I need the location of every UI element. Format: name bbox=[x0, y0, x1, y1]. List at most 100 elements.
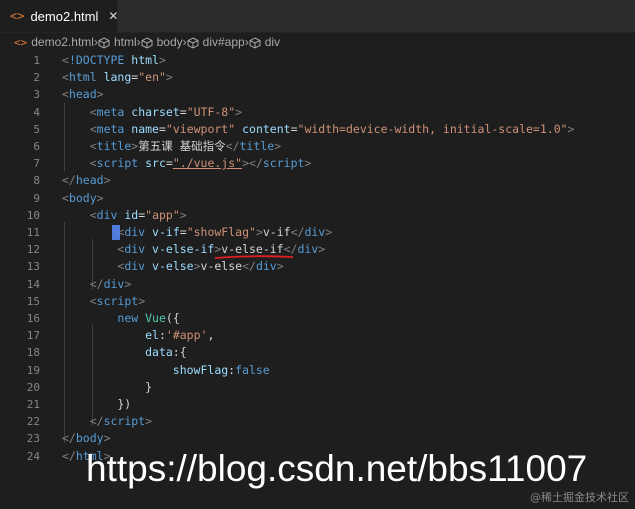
code-token: v-else-if bbox=[152, 242, 215, 257]
cube-icon bbox=[187, 35, 199, 49]
code-text: <body> bbox=[62, 190, 104, 207]
code-token: script bbox=[262, 156, 305, 171]
html-file-icon: <> bbox=[14, 35, 28, 49]
code-token: "UTF-8" bbox=[186, 104, 236, 119]
code-token: < bbox=[89, 121, 97, 136]
line-number: 4 bbox=[33, 105, 40, 119]
code-line-23[interactable]: 23 </body> bbox=[0, 430, 635, 447]
code-line-8[interactable]: 8 </head> bbox=[0, 172, 635, 189]
code-token: : bbox=[158, 328, 166, 343]
code-line-17[interactable]: 17 el:'#app', bbox=[0, 327, 635, 344]
red-underline-annotation bbox=[214, 255, 294, 259]
code-text: <div v-if="showFlag">v-if</div> bbox=[62, 224, 332, 241]
code-token: </ bbox=[290, 225, 305, 239]
code-text: </body> bbox=[62, 430, 111, 447]
code-line-6[interactable]: 6 <title>第五课 基础指令</title> bbox=[0, 138, 635, 155]
code-line-10[interactable]: 10 <div id="app"> bbox=[0, 207, 635, 224]
code-line-12[interactable]: 12 <div v-else-if>v-else-if</div> bbox=[0, 241, 635, 258]
code-token: content bbox=[242, 121, 291, 136]
line-number: 17 bbox=[26, 329, 40, 343]
code-token: div bbox=[255, 259, 277, 274]
code-token: ></ bbox=[242, 156, 263, 171]
breadcrumb-item-demo2-html[interactable]: <> demo2.html bbox=[14, 35, 94, 49]
close-icon[interactable]: ✕ bbox=[108, 9, 118, 23]
code-line-22[interactable]: 22 </script> bbox=[0, 413, 635, 430]
code-token: </ bbox=[62, 431, 76, 446]
code-line-21[interactable]: 21 }) bbox=[0, 396, 635, 413]
code-token: > bbox=[276, 259, 284, 274]
code-token: Vue bbox=[145, 311, 166, 325]
code-token: < bbox=[62, 190, 69, 205]
breadcrumb-item-div[interactable]: div bbox=[249, 35, 280, 49]
line-number: 2 bbox=[33, 71, 40, 85]
code-text: </script> bbox=[62, 413, 152, 430]
code-token: > bbox=[304, 156, 312, 171]
code-token: "./vue.js" bbox=[172, 156, 243, 171]
code-line-14[interactable]: 14 </div> bbox=[0, 276, 635, 293]
code-token: > bbox=[318, 242, 326, 257]
code-token: < bbox=[89, 293, 97, 308]
code-line-19[interactable]: 19 showFlag:false bbox=[0, 362, 635, 379]
code-token: meta bbox=[96, 121, 125, 136]
line-number: 6 bbox=[33, 140, 40, 153]
code-token: < bbox=[62, 70, 69, 85]
breadcrumb-item-div-app[interactable]: div#app bbox=[187, 35, 245, 49]
line-number: 23 bbox=[26, 432, 40, 446]
code-line-3[interactable]: 3 <head> bbox=[0, 86, 635, 103]
line-number: 14 bbox=[26, 277, 40, 291]
code-token: div bbox=[103, 276, 125, 291]
code-line-18[interactable]: 18 data:{ bbox=[0, 344, 635, 361]
code-text: new Vue({ bbox=[62, 310, 180, 327]
tab-bar: <> demo2.html ✕ bbox=[0, 0, 635, 33]
code-line-13[interactable]: 13 <div v-else>v-else</div> bbox=[0, 258, 635, 275]
code-editor[interactable]: 1 <!DOCTYPE html> 2 <html lang="en"> 3 <head>… bbox=[0, 52, 635, 472]
code-token: > bbox=[165, 70, 173, 85]
code-line-15[interactable]: 15 <script> bbox=[0, 293, 635, 310]
code-line-4[interactable]: 4 <meta charset="UTF-8"> bbox=[0, 104, 635, 121]
breadcrumb-item-body[interactable]: body bbox=[141, 35, 183, 49]
code-token: < bbox=[89, 156, 97, 171]
code-token: < bbox=[89, 104, 97, 119]
code-token: src bbox=[145, 156, 166, 171]
code-line-1[interactable]: 1 <!DOCTYPE html> bbox=[0, 52, 635, 69]
code-token: false bbox=[235, 362, 270, 377]
code-token: } bbox=[62, 379, 153, 394]
breadcrumb-item-html[interactable]: html bbox=[98, 35, 137, 49]
breadcrumb-label: html bbox=[113, 35, 137, 49]
code-text: </div> bbox=[62, 276, 132, 293]
code-text: <title>第五课 基础指令</title> bbox=[62, 138, 281, 155]
code-line-9[interactable]: 9 <body> bbox=[0, 190, 635, 207]
code-token: div bbox=[304, 225, 326, 239]
code-token: charset bbox=[131, 104, 180, 119]
breadcrumb-label: div bbox=[264, 35, 281, 49]
code-token: = bbox=[290, 121, 298, 136]
code-line-5[interactable]: 5 <meta name="viewport" content="width=d… bbox=[0, 121, 635, 138]
code-token: = bbox=[158, 121, 166, 136]
code-line-2[interactable]: 2 <html lang="en"> bbox=[0, 69, 635, 86]
code-token: > bbox=[274, 139, 282, 153]
code-token: v-if bbox=[152, 225, 180, 239]
code-line-20[interactable]: 20 } bbox=[0, 379, 635, 396]
code-token: > bbox=[235, 104, 243, 119]
code-token: ({ bbox=[165, 311, 180, 325]
code-token: < bbox=[62, 53, 69, 67]
code-line-11[interactable]: 11 <div v-if="showFlag">v-if</div> bbox=[0, 224, 635, 241]
line-number: 1 bbox=[33, 54, 40, 67]
code-text: }) bbox=[62, 396, 131, 413]
code-token: head bbox=[68, 87, 97, 102]
watermark-small: @稀土掘金技术社区 bbox=[530, 491, 629, 504]
code-line-7[interactable]: 7 <script src="./vue.js"></script> bbox=[0, 155, 635, 172]
code-line-16[interactable]: 16 new Vue({ bbox=[0, 310, 635, 327]
tab-demo2-html[interactable]: <> demo2.html ✕ bbox=[0, 0, 118, 32]
code-token: v-else bbox=[200, 259, 243, 274]
